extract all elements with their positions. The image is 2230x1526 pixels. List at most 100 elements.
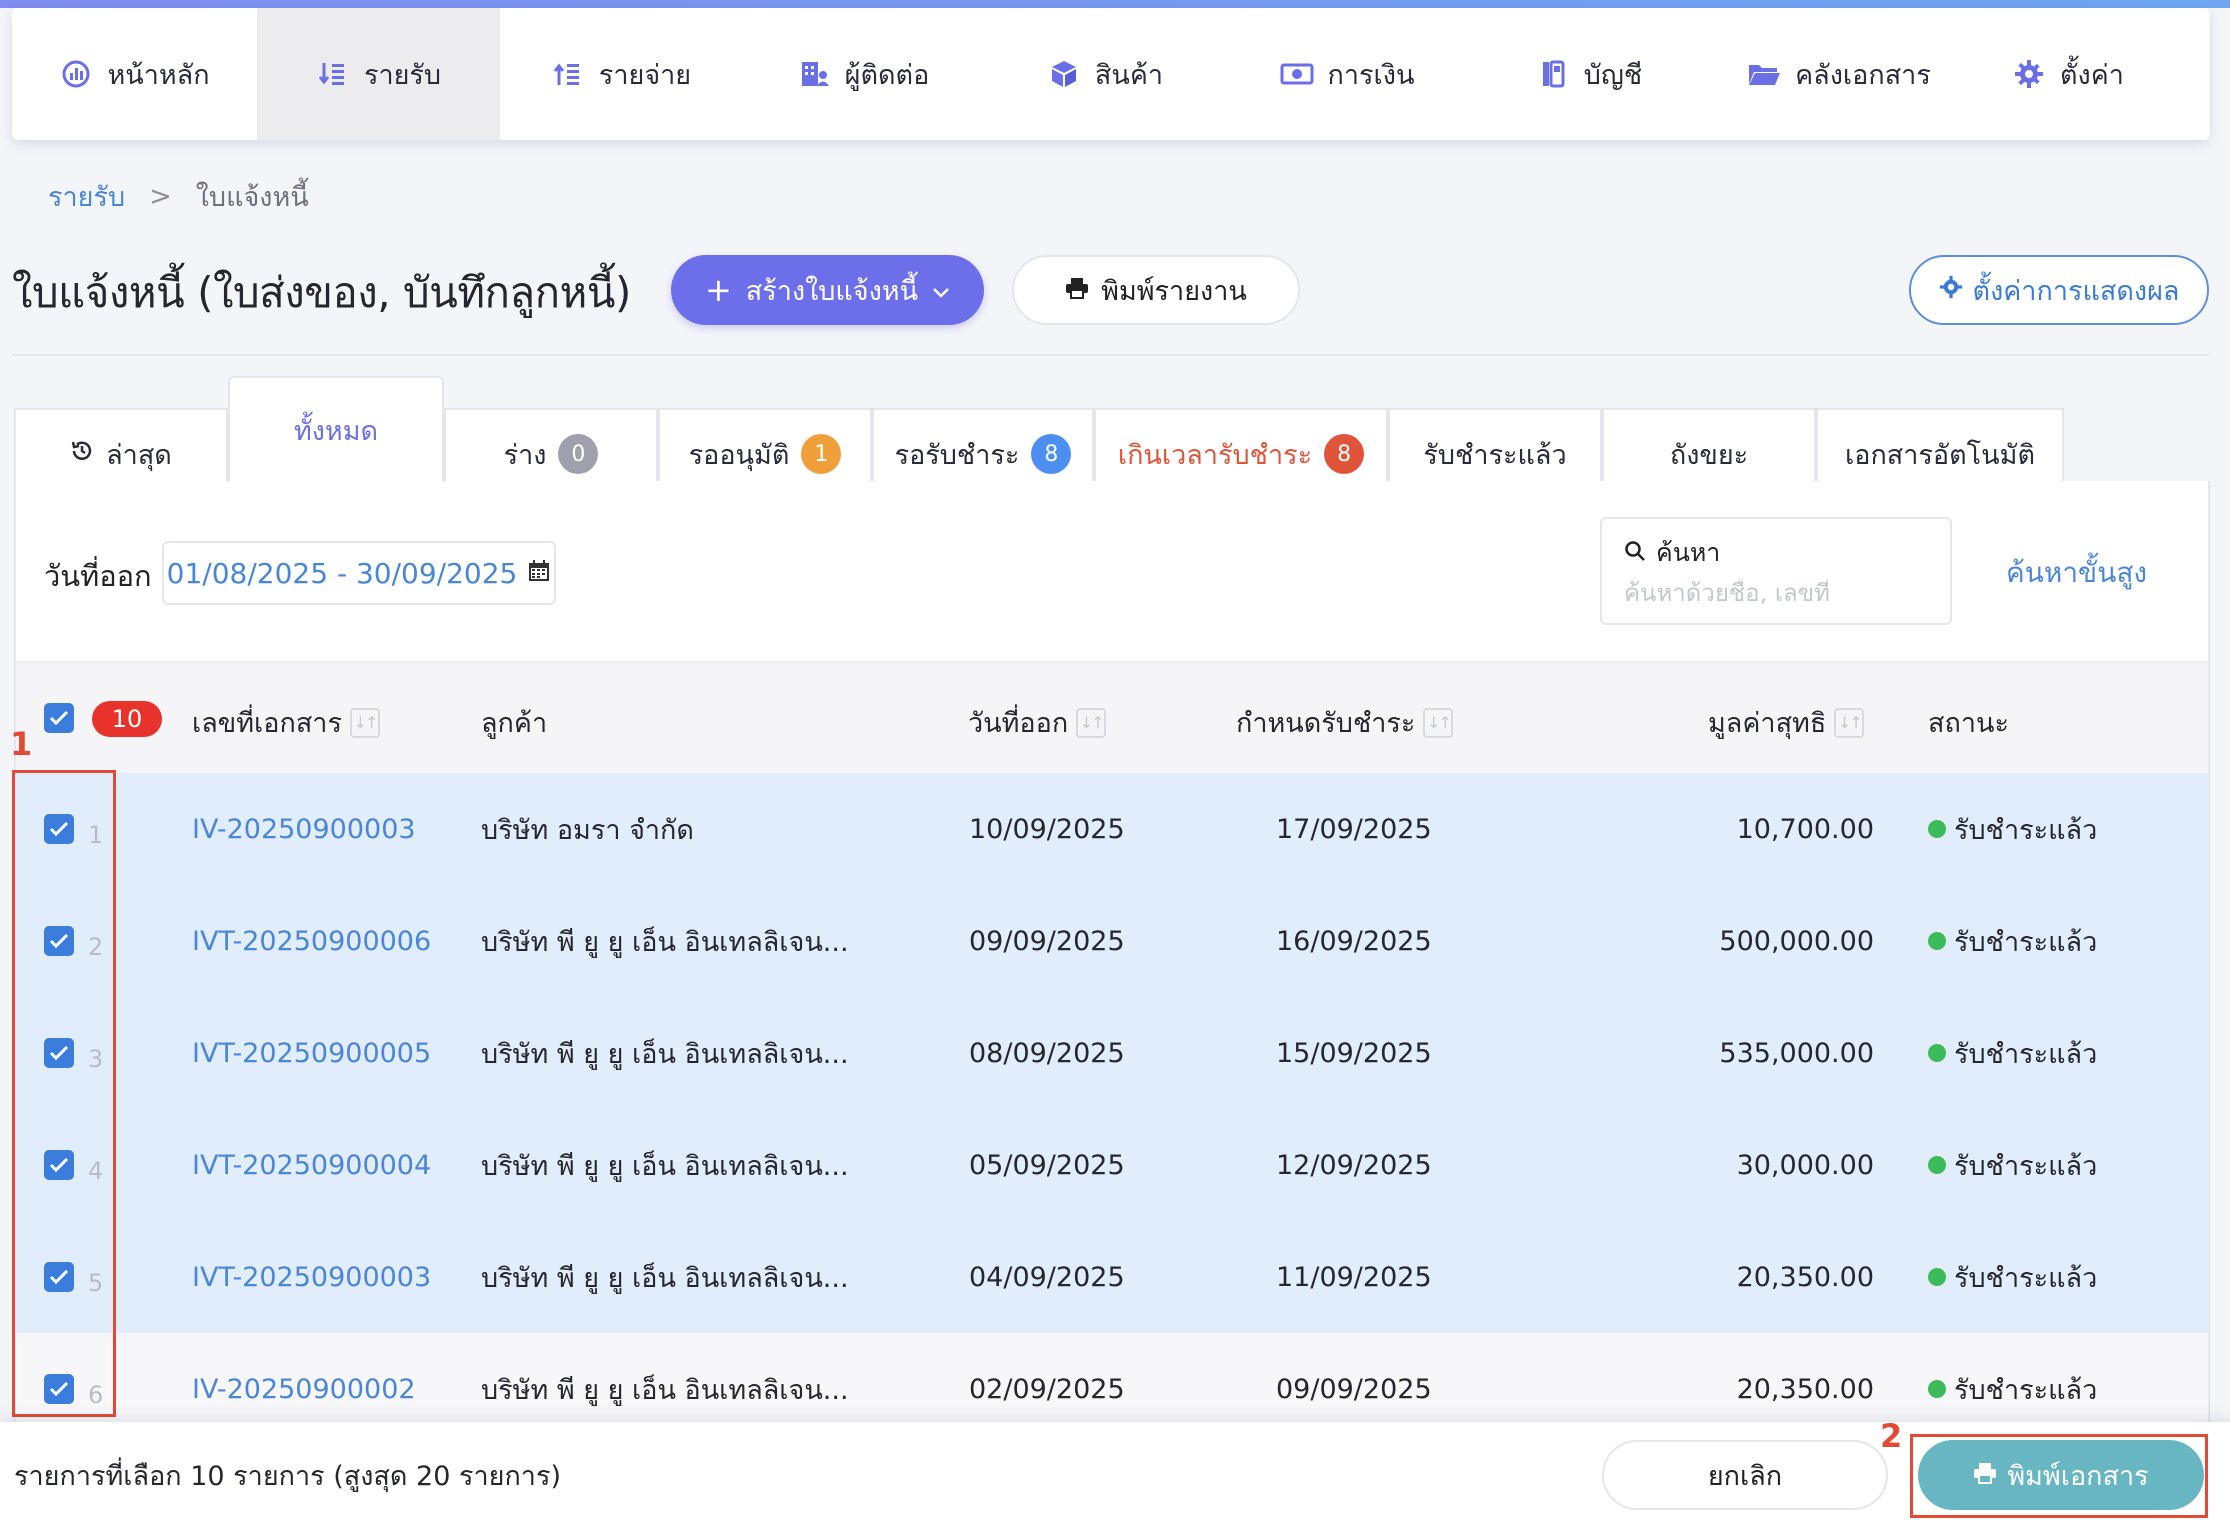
income-icon [316, 57, 350, 91]
status-dot [1928, 932, 1946, 950]
issue-date: 04/09/2025 [969, 1261, 1125, 1293]
gear-icon [1939, 275, 1963, 306]
status-dot [1928, 820, 1946, 838]
issue-date: 08/09/2025 [969, 1037, 1125, 1069]
main-nav: หน้าหลัก รายรับ รายจ่าย ผู้ติดต่อ สินค้า… [12, 8, 2210, 140]
select-all-checkbox[interactable] [44, 703, 74, 733]
issue-date: 09/09/2025 [969, 925, 1125, 957]
customer-name: บริษัท อมรา จำกัด [481, 814, 694, 846]
column-header-issue-date[interactable]: วันที่ออก ↓↑ [968, 701, 1107, 744]
column-header-due-date[interactable]: กำหนดรับชำระ ↓↑ [1236, 701, 1454, 744]
doc-number-link[interactable]: IVT-20250900005 [192, 997, 431, 1109]
nav-item-expense[interactable]: รายจ่าย [500, 8, 742, 140]
contacts-icon [797, 57, 831, 91]
chevron-down-icon [932, 275, 950, 306]
status-badge: รับชำระแล้ว [1928, 885, 2097, 997]
create-invoice-button[interactable]: + สร้างใบแจ้งหนี้ [671, 255, 984, 325]
column-header-customer: ลูกค้า [481, 701, 547, 744]
breadcrumb-parent-link[interactable]: รายรับ [48, 175, 125, 218]
advanced-search-link[interactable]: ค้นหาขั้นสูง [2006, 551, 2147, 595]
tab-all[interactable]: ทั้งหมด [228, 376, 444, 482]
date-filter-label: วันที่ออก [44, 559, 152, 593]
plus-icon: + [704, 271, 732, 309]
sort-icon[interactable]: ↓↑ [1834, 707, 1865, 738]
sort-icon[interactable]: ↓↑ [349, 707, 380, 738]
column-header-label: มูลค่าสุทธิ [1708, 708, 1827, 739]
nav-item-contacts[interactable]: ผู้ติดต่อ [742, 8, 984, 140]
tab-label: ถังขยะ [1669, 439, 1749, 471]
page-title: ใบแจ้งหนี้ (ใบส่งของ, บันทึกลูกหนี้) [12, 268, 631, 317]
annotation-number-1: 1 [10, 725, 33, 763]
status-badge: รับชำระแล้ว [1928, 1221, 2097, 1333]
nav-item-label: รายจ่าย [598, 59, 692, 91]
status-dot [1928, 1156, 1946, 1174]
status-text: รับชำระแล้ว [1954, 1038, 2098, 1070]
count-badge: 0 [558, 434, 599, 474]
status-text: รับชำระแล้ว [1954, 926, 2098, 958]
status-text: รับชำระแล้ว [1954, 814, 2098, 846]
doc-number-link[interactable]: IVT-20250900003 [192, 1221, 431, 1333]
doc-number-link[interactable]: IV-20250900003 [192, 773, 416, 885]
annotation-box-print [1910, 1434, 2208, 1518]
nav-item-income[interactable]: รายรับ [257, 8, 500, 140]
cancel-button[interactable]: ยกเลิก [1602, 1440, 1888, 1510]
tab-label: ทั้งหมด [293, 415, 379, 447]
status-text: รับชำระแล้ว [1954, 1262, 2098, 1294]
count-badge: 8 [1031, 434, 1072, 474]
column-header-label: สถานะ [1928, 708, 2009, 739]
net-value: 30,000.00 [1736, 1149, 1874, 1181]
tab-label: เอกสารอัตโนมัติ [1845, 439, 2035, 471]
column-header-net-value[interactable]: มูลค่าสุทธิ ↓↑ [1708, 701, 1865, 744]
table-row[interactable]: 3 IVT-20250900005 บริษัท พี ยู ยู เอ็น อ… [16, 997, 2208, 1109]
display-settings-label: ตั้งค่าการแสดงผล [1972, 275, 2180, 307]
status-badge: รับชำระแล้ว [1928, 997, 2097, 1109]
search-icon [1624, 539, 1646, 568]
nav-item-label: ตั้งค่า [2060, 59, 2124, 91]
search-title: ค้นหา [1656, 538, 1721, 567]
nav-item-home[interactable]: หน้าหลัก [12, 8, 257, 140]
expense-icon [551, 57, 585, 91]
doc-number-link[interactable]: IVT-20250900004 [192, 1109, 431, 1221]
status-text: รับชำระแล้ว [1954, 1374, 2098, 1406]
table-row[interactable]: 4 IVT-20250900004 บริษัท พี ยู ยู เอ็น อ… [16, 1109, 2208, 1221]
column-header-label: วันที่ออก [968, 708, 1069, 739]
status-text: รับชำระแล้ว [1954, 1150, 2098, 1182]
nav-item-label: การเงิน [1327, 59, 1415, 91]
table-row[interactable]: 5 IVT-20250900003 บริษัท พี ยู ยู เอ็น อ… [16, 1221, 2208, 1333]
selection-summary: รายการที่เลือก 10 รายการ (สูงสุด 20 รายก… [14, 1461, 561, 1492]
tab-label: ร่าง [503, 439, 547, 471]
print-report-label: พิมพ์รายงาน [1101, 275, 1247, 307]
nav-item-settings[interactable]: ตั้งค่า [1968, 8, 2168, 140]
column-header-doc-no[interactable]: เลขที่เอกสาร ↓↑ [192, 701, 380, 744]
tab-label: รับชำระแล้ว [1423, 439, 1567, 471]
display-settings-button[interactable]: ตั้งค่าการแสดงผล [1909, 255, 2209, 325]
due-date: 17/09/2025 [1276, 813, 1432, 845]
printer-icon [1065, 275, 1089, 306]
table-row[interactable]: 2 IVT-20250900006 บริษัท พี ยู ยู เอ็น อ… [16, 885, 2208, 997]
sort-icon[interactable]: ↓↑ [1076, 707, 1107, 738]
nav-item-label: หน้าหลัก [107, 59, 210, 91]
table-row[interactable]: 1 IV-20250900003 บริษัท อมรา จำกัด 10/09… [16, 773, 2208, 885]
nav-item-accounting[interactable]: บัญชี [1468, 8, 1710, 140]
date-range-picker[interactable]: 01/08/2025 - 30/09/2025 [162, 541, 556, 605]
net-value: 535,000.00 [1719, 1037, 1874, 1069]
search-box: ค้นหา [1600, 517, 1952, 625]
status-badge: รับชำระแล้ว [1928, 773, 2097, 885]
count-badge: 1 [801, 434, 842, 474]
search-input[interactable] [1624, 579, 1928, 607]
due-date: 12/09/2025 [1276, 1149, 1432, 1181]
gear-icon [2012, 57, 2046, 91]
nav-item-products[interactable]: สินค้า [984, 8, 1226, 140]
nav-item-documents[interactable]: คลังเอกสาร [1710, 8, 1968, 140]
nav-item-label: รายรับ [363, 59, 442, 91]
sort-icon[interactable]: ↓↑ [1423, 707, 1454, 738]
issue-date: 05/09/2025 [969, 1149, 1125, 1181]
print-report-button[interactable]: พิมพ์รายงาน [1012, 255, 1300, 325]
net-value: 500,000.00 [1719, 925, 1874, 957]
net-value: 20,350.00 [1736, 1261, 1874, 1293]
net-value: 10,700.00 [1736, 813, 1874, 845]
nav-item-finance[interactable]: การเงิน [1226, 8, 1468, 140]
box-icon [1047, 57, 1081, 91]
doc-number-link[interactable]: IVT-20250900006 [192, 885, 431, 997]
column-header-label: ลูกค้า [481, 708, 548, 739]
